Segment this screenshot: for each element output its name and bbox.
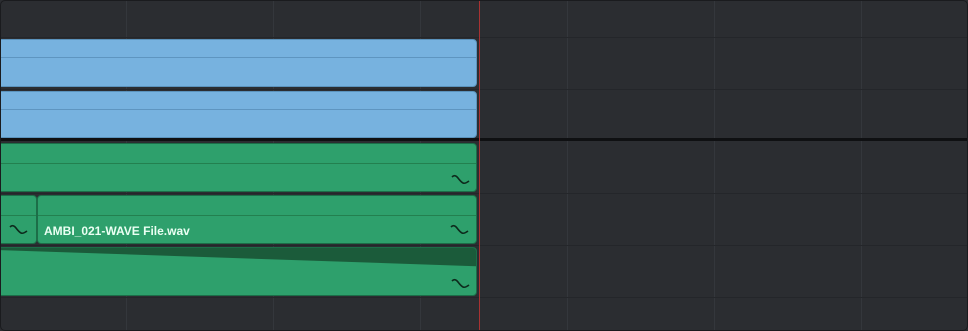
video-clip-v1[interactable] xyxy=(0,91,477,138)
grid-line xyxy=(567,0,568,331)
timeline-panel[interactable]: AMBI_021-WAVE File.wav xyxy=(0,0,968,331)
audio-clip-a2-stub[interactable] xyxy=(0,195,37,244)
playhead[interactable] xyxy=(479,0,480,331)
track-separator xyxy=(0,193,968,194)
clip-name-label: AMBI_021-WAVE File.wav xyxy=(44,224,190,238)
track-separator xyxy=(0,37,968,38)
waveform-icon[interactable] xyxy=(450,223,470,237)
clip-divider-line xyxy=(0,163,476,164)
audio-clip-a3[interactable] xyxy=(0,247,477,296)
clip-divider-line xyxy=(0,215,36,216)
video-audio-divider[interactable] xyxy=(0,138,968,141)
waveform-icon[interactable] xyxy=(451,277,471,291)
fade-out-curve[interactable] xyxy=(0,248,476,295)
waveform-icon[interactable] xyxy=(451,173,471,187)
audio-clip-a1[interactable] xyxy=(0,143,477,192)
clip-divider-line xyxy=(38,215,476,216)
clip-divider-line xyxy=(0,109,476,110)
video-clip-v2[interactable] xyxy=(0,39,477,87)
waveform-icon[interactable] xyxy=(9,223,29,237)
grid-line xyxy=(714,0,715,331)
clip-divider-line xyxy=(0,57,476,58)
track-separator xyxy=(0,297,968,298)
track-separator xyxy=(0,89,968,90)
track-separator xyxy=(0,245,968,246)
grid-line xyxy=(861,0,862,331)
audio-clip-a2[interactable]: AMBI_021-WAVE File.wav xyxy=(37,195,477,244)
